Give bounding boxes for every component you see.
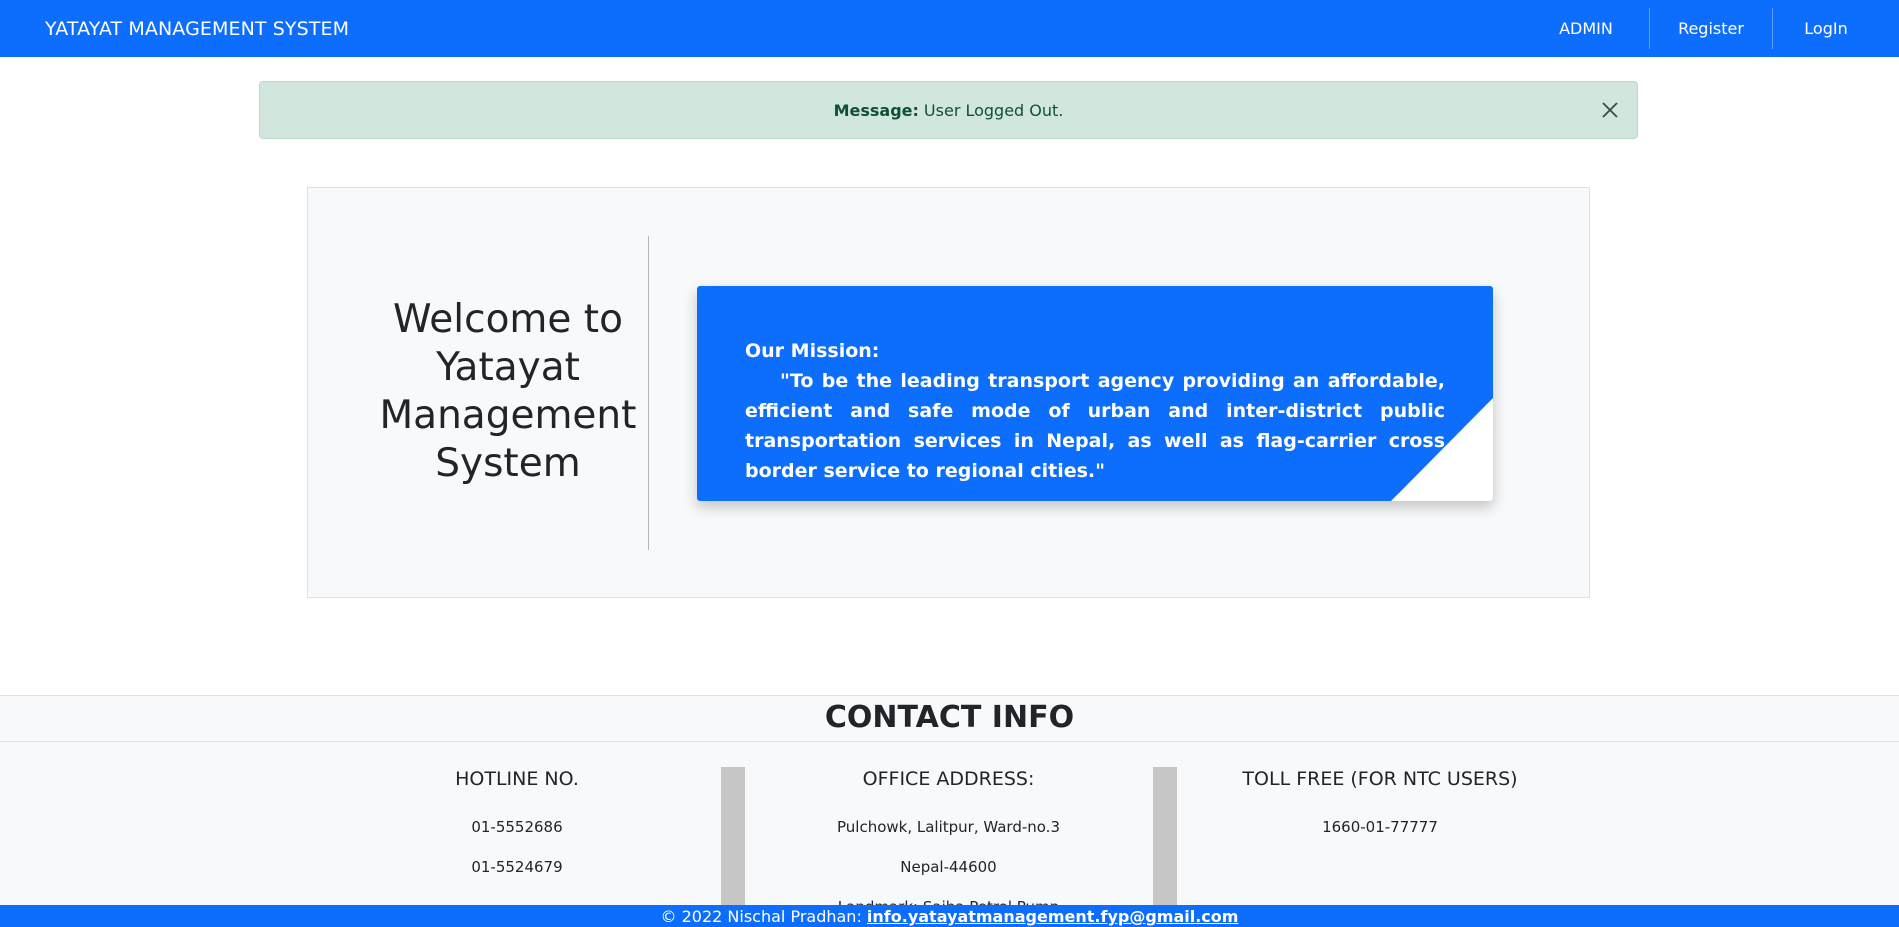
column-divider: [721, 767, 745, 906]
alert-text: User Logged Out.: [923, 100, 1064, 120]
mission-title: Our Mission:: [745, 340, 880, 362]
brand-link[interactable]: YATAYAT MANAGEMENT SYSTEM: [45, 0, 349, 57]
hotline-number: 01-5524679: [471, 858, 563, 876]
nav-register-link[interactable]: Register: [1650, 0, 1772, 57]
office-address-column: OFFICE ADDRESS: Pulchowk, Lalitpur, Ward…: [790, 768, 1107, 927]
toll-free-heading: TOLL FREE (FOR NTC USERS): [1242, 768, 1518, 790]
close-icon: [1602, 102, 1618, 118]
welcome-section: Welcome to Yatayat Management System Our…: [307, 187, 1590, 598]
address-line: Pulchowk, Lalitpur, Ward-no.3: [836, 818, 1060, 836]
mission-quote: "To be the leading transport agency prov…: [745, 370, 1445, 482]
top-navbar: YATAYAT MANAGEMENT SYSTEM ADMIN Register…: [0, 0, 1899, 57]
mission-card: Our Mission: "To be the leading transpor…: [697, 286, 1493, 501]
copyright-text: © 2022 Nischal Pradhan:: [660, 907, 862, 926]
vertical-divider: [648, 236, 649, 550]
alert-close-button[interactable]: [1595, 95, 1625, 125]
footer-email-link[interactable]: info.yatayatmanagement.fyp@gmail.com: [867, 907, 1239, 926]
nav-login-link[interactable]: LogIn: [1773, 0, 1879, 57]
page-footer: © 2022 Nischal Pradhan: info.yatayatmana…: [0, 905, 1899, 927]
contact-section: CONTACT INFO HOTLINE NO. 01-5552686 01-5…: [0, 695, 1899, 916]
alert-label: Message:: [833, 100, 919, 120]
hotline-column: HOTLINE NO. 01-5552686 01-5524679: [387, 768, 647, 898]
hotline-number: 01-5552686: [471, 818, 563, 836]
toll-free-column: TOLL FREE (FOR NTC USERS) 1660-01-77777: [1220, 768, 1540, 858]
nav-links: ADMIN Register LogIn: [1523, 0, 1899, 57]
nav-admin-link[interactable]: ADMIN: [1523, 0, 1649, 57]
toll-free-number: 1660-01-77777: [1322, 818, 1438, 836]
welcome-heading: Welcome to Yatayat Management System: [379, 297, 637, 486]
mission-text-block: Our Mission: "To be the leading transpor…: [745, 336, 1445, 486]
contact-title: CONTACT INFO: [0, 696, 1899, 742]
address-line: Nepal-44600: [900, 858, 997, 876]
hotline-heading: HOTLINE NO.: [455, 768, 579, 790]
office-heading: OFFICE ADDRESS:: [862, 768, 1035, 790]
logout-alert: Message: User Logged Out.: [259, 81, 1638, 139]
column-divider: [1153, 767, 1177, 906]
